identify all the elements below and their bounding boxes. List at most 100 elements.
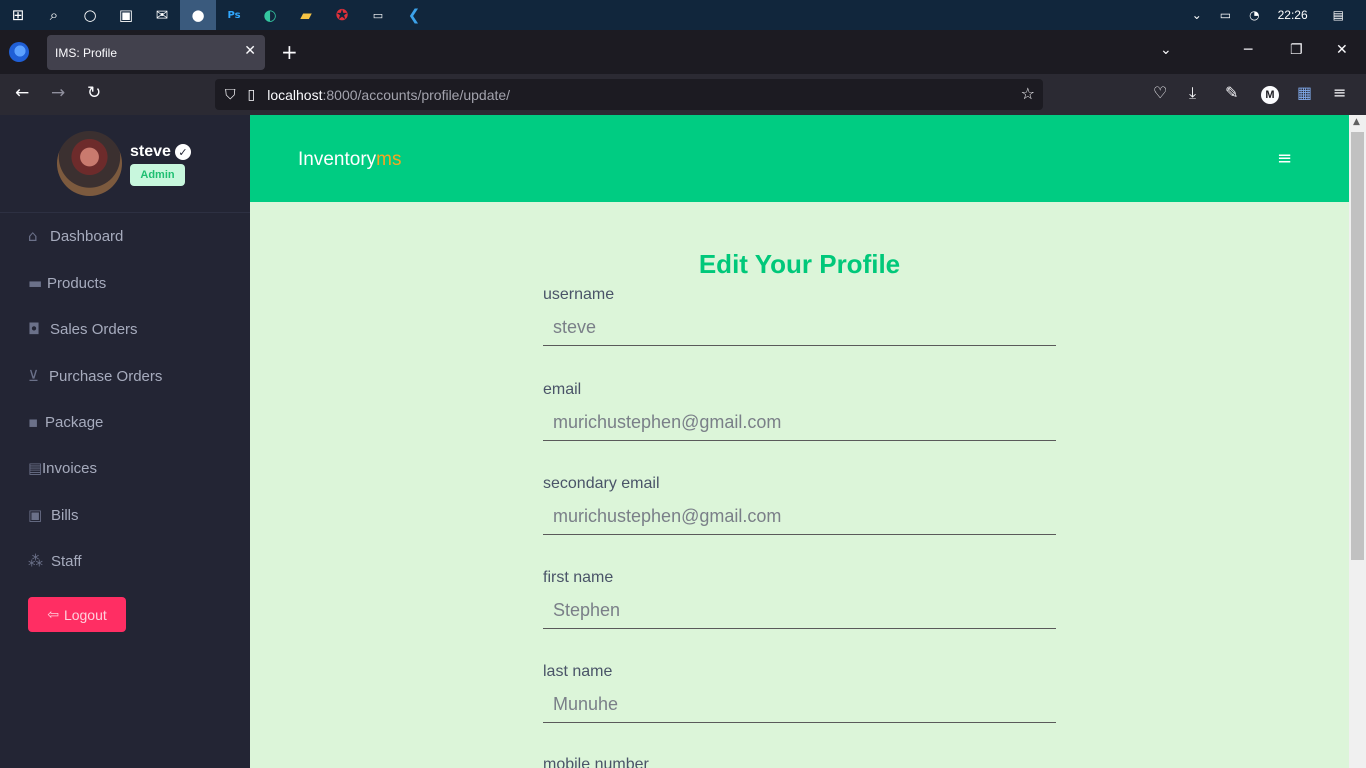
restore-icon[interactable]: ❐ [1290, 42, 1303, 58]
home-icon: ⌂ [28, 227, 38, 245]
minimize-icon[interactable]: ─ [1244, 42, 1252, 58]
email-input[interactable]: murichustephen@gmail.com [543, 407, 1056, 441]
reload-icon[interactable]: ↻ [87, 83, 101, 103]
users-icon: ⁂ [28, 552, 43, 570]
verified-check-icon: ✓ [175, 144, 191, 160]
secondary-email-field-group: secondary email murichustephen@gmail.com [543, 475, 1056, 535]
sidebar-item-invoices[interactable]: ▤ Invoices [28, 459, 97, 477]
browser-navbar: ← → ↻ ⛉ ▯ localhost:8000/accounts/profil… [0, 74, 1366, 115]
box-icon: ▪ [28, 413, 39, 431]
page-scrollbar[interactable]: ▲ [1349, 115, 1366, 768]
sidebar-item-label: Sales Orders [50, 320, 138, 338]
money-icon: ▣ [28, 506, 43, 524]
firefox-logo-icon [9, 42, 29, 62]
url-path: :8000/accounts/profile/update/ [322, 86, 511, 103]
sidebar-item-label: Invoices [42, 459, 98, 477]
brand-accent: ms [376, 149, 402, 170]
app-red-icon[interactable]: ✪ [324, 0, 360, 30]
avatar[interactable] [57, 131, 122, 196]
folder-icon: ▬ [28, 274, 43, 292]
forward-arrow-icon[interactable]: → [51, 83, 65, 103]
sidebar: steve ✓ Admin ⌂ Dashboard ▬ Products ◘ S… [0, 115, 250, 768]
sidebar-item-label: Package [45, 413, 104, 431]
secondary-email-input[interactable]: murichustephen@gmail.com [543, 501, 1056, 535]
new-tab-icon[interactable]: + [281, 40, 298, 64]
profile-name: steve [130, 143, 171, 160]
shield-icon[interactable]: ⛉ [225, 87, 236, 103]
last-name-field-group: last name Munuhe [543, 663, 1056, 723]
scrollbar-thumb[interactable] [1351, 132, 1364, 560]
sidebar-item-label: Dashboard [50, 227, 124, 245]
mobile-number-label: mobile number [543, 756, 649, 768]
cart-icon: ⊻ [28, 367, 39, 385]
sidebar-profile: steve ✓ Admin [0, 115, 250, 213]
tab-title: IMS: Profile [55, 45, 118, 60]
terminal-icon[interactable]: ▭ [360, 0, 396, 30]
close-window-icon[interactable]: ✕ [1336, 42, 1348, 58]
page-icon[interactable]: ▯ [248, 87, 256, 103]
sidebar-item-label: Bills [51, 506, 79, 524]
sidebar-item-purchase-orders[interactable]: ⊻ Purchase Orders [28, 367, 162, 385]
menu-icon[interactable]: ≡ [1333, 83, 1346, 102]
extension-icon[interactable]: ▦ [1297, 83, 1312, 102]
username-input[interactable]: steve [543, 312, 1056, 346]
photoshop-icon[interactable]: Ps [216, 0, 252, 30]
system-tray: ⌄ ▭ ◔ 22:26 ▤ [1183, 0, 1366, 30]
vscode-icon[interactable]: ❮ [396, 0, 432, 30]
start-icon[interactable]: ⊞ [0, 0, 36, 30]
bookmark-star-icon[interactable]: ☆ [1021, 84, 1035, 103]
sidebar-item-bills[interactable]: ▣ Bills [28, 506, 79, 524]
download-icon[interactable]: ⤓ [1189, 83, 1196, 103]
url-bar[interactable]: ⛉ ▯ localhost:8000/accounts/profile/upda… [215, 79, 1043, 110]
chevron-up-icon[interactable]: ⌄ [1192, 8, 1202, 22]
last-name-input[interactable]: Munuhe [543, 689, 1056, 723]
sidebar-item-package[interactable]: ▪ Package [28, 413, 103, 431]
logout-button[interactable]: ⇦ Logout [28, 597, 126, 632]
username-field-group: username steve [543, 286, 1056, 346]
sidebar-item-dashboard[interactable]: ⌂ Dashboard [28, 227, 123, 245]
secondary-email-label: secondary email [543, 475, 660, 492]
battery-icon[interactable]: ▭ [1220, 8, 1231, 22]
account-avatar-icon[interactable]: M [1261, 86, 1279, 104]
first-name-label: first name [543, 569, 614, 586]
sidebar-item-label: Staff [51, 552, 82, 570]
role-badge: Admin [130, 164, 185, 186]
url-host: localhost [267, 86, 323, 103]
sign-out-icon: ⇦ [47, 606, 59, 623]
logout-label: Logout [63, 606, 107, 623]
notification-icon[interactable]: ▤ [1333, 8, 1344, 22]
close-tab-icon[interactable]: ✕ [244, 43, 256, 59]
mobile-number-field-group: mobile number [543, 756, 1056, 768]
url-text[interactable]: localhost:8000/accounts/profile/update/ [267, 87, 510, 103]
mail-icon[interactable]: ✉ [144, 0, 180, 30]
search-icon[interactable]: ⌕ [36, 0, 72, 30]
wifi-icon[interactable]: ◔ [1249, 8, 1259, 22]
firefox-icon[interactable]: ● [180, 0, 216, 30]
file-explorer-icon[interactable]: ▰ [288, 0, 324, 30]
browser-tab-strip: IMS: Profile ✕ + ⌄ ─ ❐ ✕ [0, 30, 1366, 74]
first-name-input[interactable]: Stephen [543, 595, 1056, 629]
app-header: Inventoryms ≡ [250, 115, 1349, 202]
email-field-group: email murichustephen@gmail.com [543, 381, 1056, 441]
tab-ims-profile[interactable]: IMS: Profile ✕ [47, 35, 265, 70]
sidebar-item-staff[interactable]: ⁂ Staff [28, 552, 82, 570]
sidebar-item-sales-orders[interactable]: ◘ Sales Orders [28, 320, 138, 338]
main-content: Inventoryms ≡ Edit Your Profile username… [250, 115, 1349, 768]
brand-logo[interactable]: Inventoryms [298, 149, 401, 171]
clock[interactable]: 22:26 [1278, 8, 1308, 22]
back-arrow-icon[interactable]: ← [15, 83, 29, 103]
cortana-icon[interactable]: ○ [72, 0, 108, 30]
pocket-icon[interactable]: ♡ [1153, 83, 1167, 102]
edge-icon[interactable]: ◐ [252, 0, 288, 30]
scroll-up-arrow-icon[interactable]: ▲ [1353, 117, 1360, 127]
task-view-icon[interactable]: ▣ [108, 0, 144, 30]
file-icon: ▤ [28, 459, 43, 477]
first-name-field-group: first name Stephen [543, 569, 1056, 629]
wrench-icon[interactable]: ✎ [1225, 83, 1238, 102]
username-label: username [543, 286, 615, 303]
tab-list-chevron-icon[interactable]: ⌄ [1160, 42, 1172, 58]
hamburger-menu-icon[interactable]: ≡ [1277, 148, 1292, 169]
sidebar-item-products[interactable]: ▬ Products [28, 274, 106, 292]
email-label: email [543, 381, 582, 398]
page-title: Edit Your Profile [698, 249, 901, 279]
